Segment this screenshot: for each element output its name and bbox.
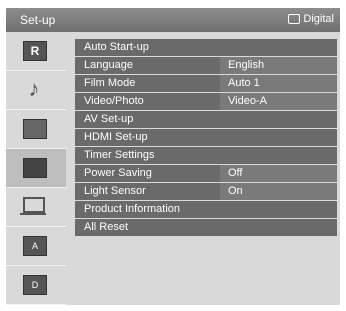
grid-icon (23, 119, 47, 139)
source-label: Digital (303, 13, 334, 25)
menu-item-value: Off (220, 165, 337, 182)
category-icon-column: R ♪ A D (6, 32, 66, 305)
menu-item-value: On (220, 183, 337, 200)
header-bar: Set-up Digital (6, 8, 340, 32)
category-sound[interactable]: ♪ (6, 71, 66, 110)
tv-digital-icon: D (23, 275, 47, 295)
menu-item-label: Timer Settings (84, 149, 155, 161)
menu-item-label: Language (84, 59, 133, 71)
menu-item-label: Film Mode (84, 77, 136, 89)
category-digital[interactable]: D (6, 266, 66, 305)
category-analog[interactable]: A (6, 227, 66, 266)
category-setup[interactable] (6, 149, 66, 188)
menu-item-label: All Reset (84, 221, 129, 233)
menu-item-label: Light Sensor (84, 185, 146, 197)
menu-power-saving[interactable]: Power Saving Off (75, 165, 337, 182)
category-screen[interactable] (6, 110, 66, 149)
menu-item-value: English (220, 57, 337, 74)
menu-item-label: HDMI Set-up (84, 131, 148, 143)
menu-light-sensor[interactable]: Light Sensor On (75, 183, 337, 200)
menu-film-mode[interactable]: Film Mode Auto 1 (75, 75, 337, 92)
menu-item-label: Video/Photo (84, 95, 144, 107)
menu-auto-start-up[interactable]: Auto Start-up (75, 39, 337, 56)
setup-window: Set-up Digital R ♪ A D Auto Start-up Lan… (0, 0, 346, 311)
tv-analog-icon: A (23, 236, 47, 256)
menu-timer-settings[interactable]: Timer Settings (75, 147, 337, 164)
main-panel: R ♪ A D Auto Start-up Language English F… (6, 32, 340, 305)
pc-base (20, 213, 46, 215)
menu-all-reset[interactable]: All Reset (75, 219, 337, 236)
pc-screen (23, 197, 45, 213)
menu-product-information[interactable]: Product Information (75, 201, 337, 218)
menu-item-label: Product Information (84, 203, 180, 215)
menu-av-set-up[interactable]: AV Set-up (75, 111, 337, 128)
menu-item-label: Power Saving (84, 167, 152, 179)
menu-video-photo[interactable]: Video/Photo Video-A (75, 93, 337, 110)
page-title: Set-up (20, 13, 56, 27)
setup-menu: Auto Start-up Language English Film Mode… (75, 39, 337, 237)
menu-item-value: Video-A (220, 93, 337, 110)
pc-icon (20, 197, 46, 215)
menu-item-label: AV Set-up (84, 113, 134, 125)
menu-item-label: Auto Start-up (84, 41, 149, 53)
picture-icon: R (23, 41, 47, 61)
category-picture[interactable]: R (6, 32, 66, 71)
input-source: Digital (288, 13, 334, 25)
setup-icon (23, 158, 47, 178)
menu-language[interactable]: Language English (75, 57, 337, 74)
menu-hdmi-set-up[interactable]: HDMI Set-up (75, 129, 337, 146)
category-pc[interactable] (6, 188, 66, 227)
music-icon: ♪ (28, 76, 40, 101)
source-icon (288, 14, 301, 24)
menu-item-value: Auto 1 (220, 75, 337, 92)
